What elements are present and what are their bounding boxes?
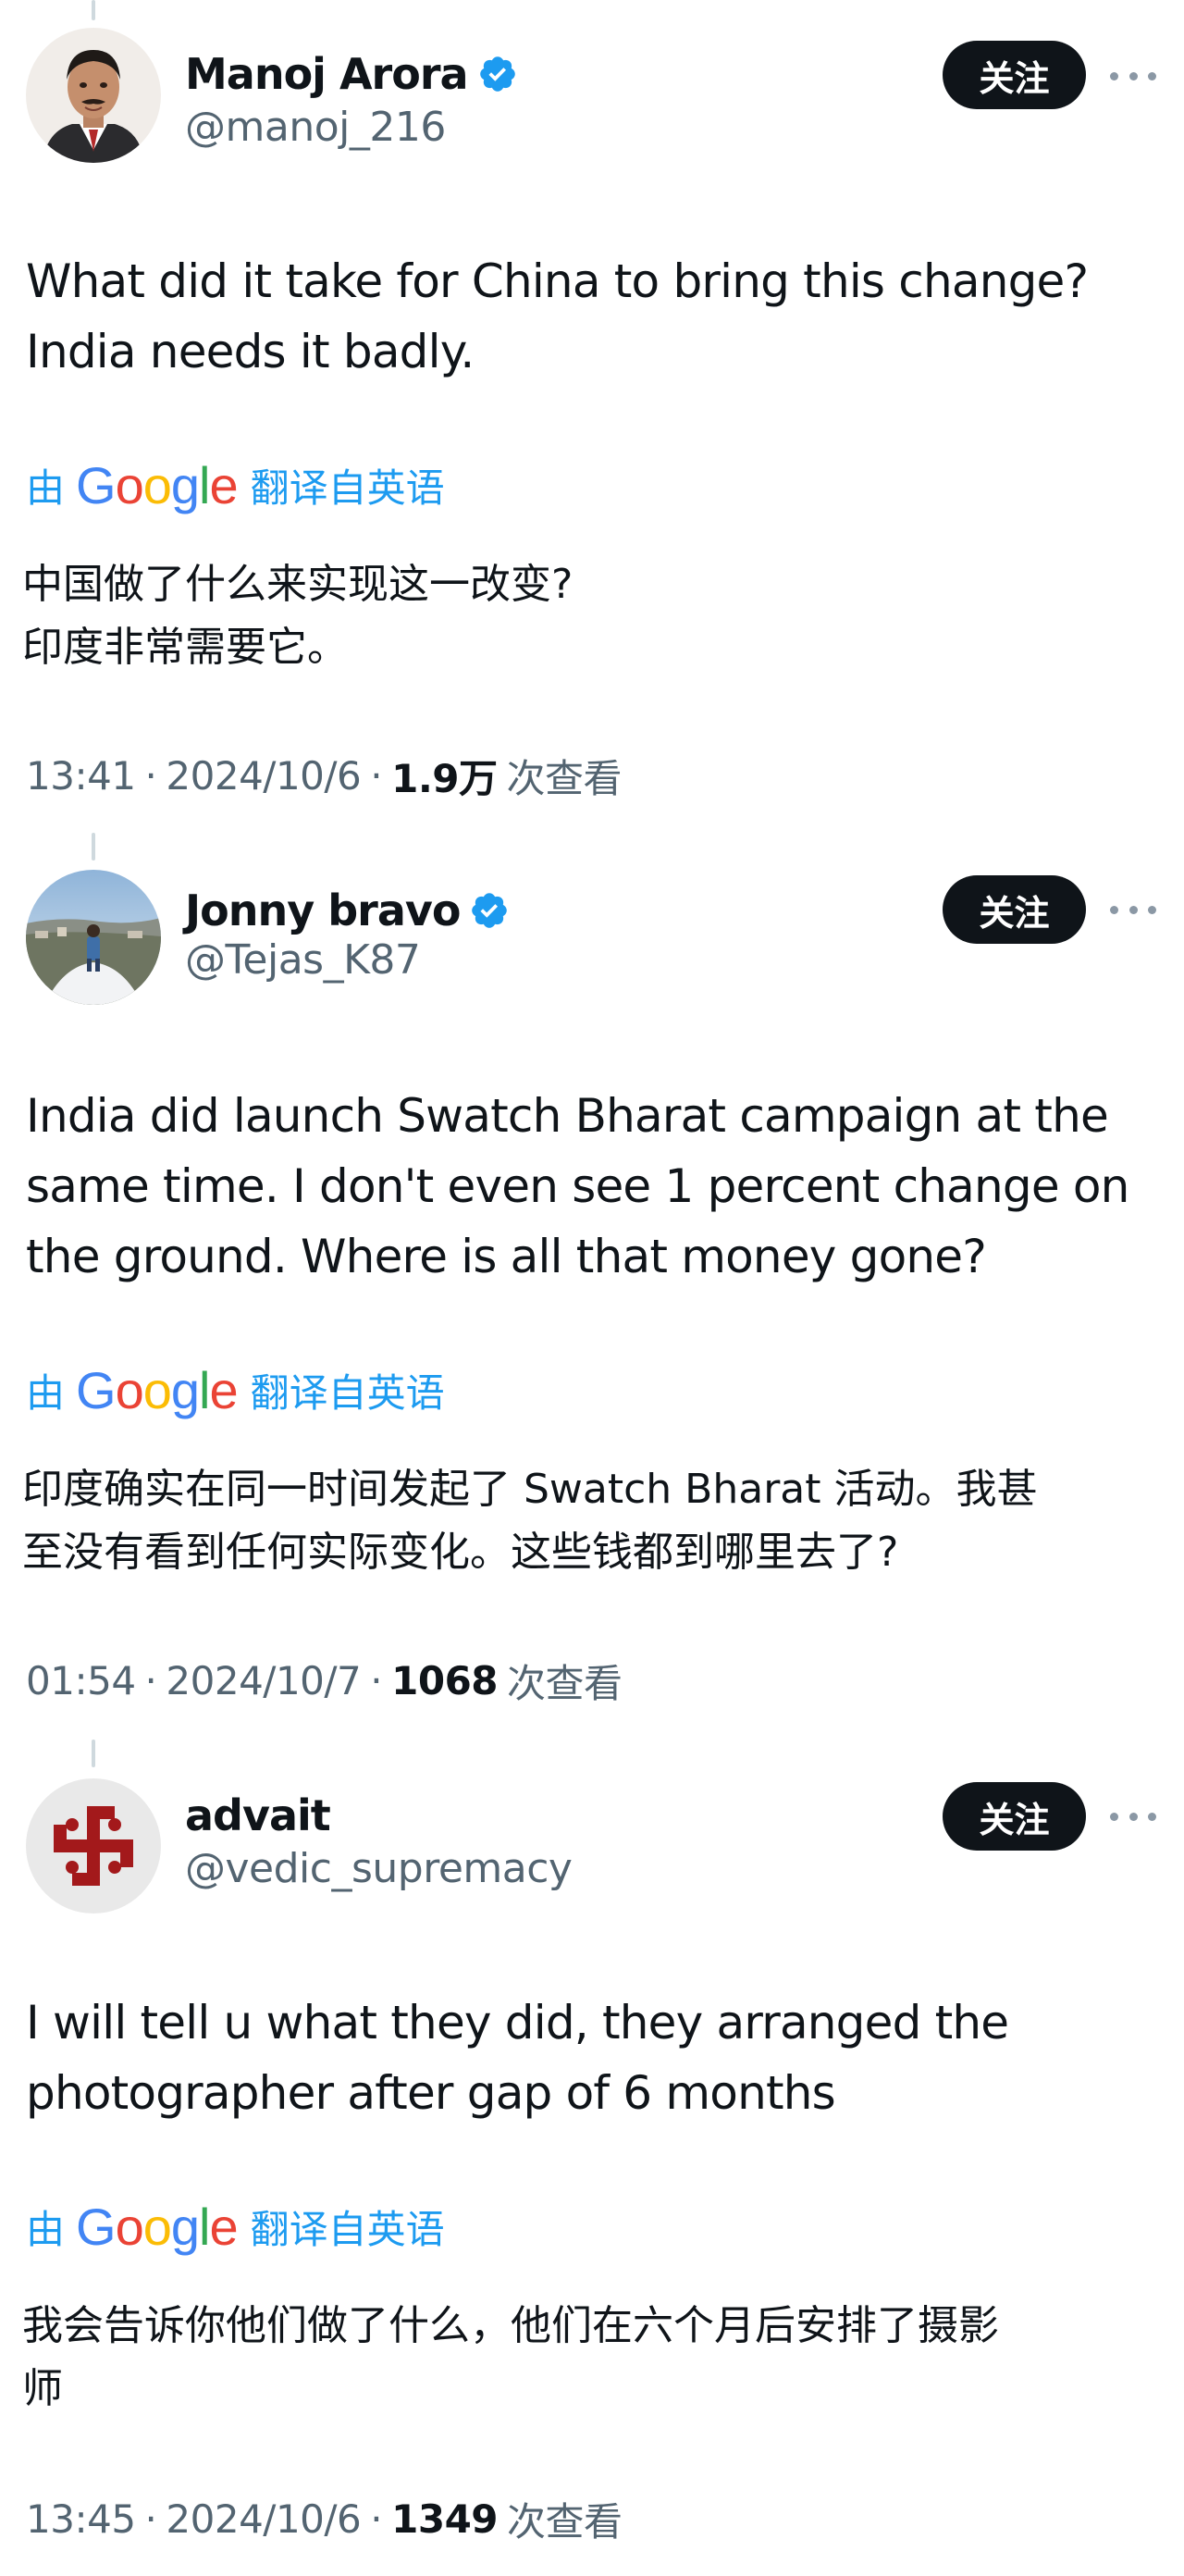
thread-line — [92, 833, 95, 861]
translate-prefix: 由 — [26, 1369, 66, 1416]
name-row: Jonny bravo — [185, 883, 510, 938]
tweet-time[interactable]: 13:45 — [26, 2496, 136, 2542]
separator: · — [144, 1657, 157, 1703]
follow-button[interactable]: 关注 — [943, 875, 1086, 944]
verified-badge-icon — [479, 56, 515, 92]
tweet-text: India did launch Swatch Bharat campaign … — [26, 1089, 1129, 1283]
thread-line — [92, 0, 95, 20]
tweet-time[interactable]: 13:41 — [26, 753, 136, 799]
separator: · — [144, 752, 157, 799]
views-count[interactable]: 1349 — [391, 2496, 498, 2542]
google-logo: Google — [76, 1360, 239, 1419]
translate-suffix: 翻译自英语 — [250, 1369, 445, 1416]
views-label: 次查看 — [507, 1660, 623, 1706]
translated-text: 中国做了什么来实现这一改变? 印度非常需要它。 — [22, 561, 574, 671]
name-row: Manoj Arora — [185, 46, 518, 102]
follow-button[interactable]: 关注 — [943, 41, 1086, 109]
verified-badge-icon — [472, 893, 508, 928]
avatar[interactable] — [26, 870, 161, 1005]
tweet-time[interactable]: 01:54 — [26, 1658, 136, 1703]
views-count[interactable]: 1.9万 — [391, 748, 498, 804]
translate-link[interactable]: 由 Google 翻译自英语 — [26, 455, 445, 514]
tweet-meta: 13:41 · 2024/10/6 · 1.9万 次查看 — [26, 748, 623, 804]
tweet-meta: 13:45 · 2024/10/6 · 1349 次查看 — [26, 2491, 623, 2546]
translate-link[interactable]: 由 Google 翻译自英语 — [26, 2197, 445, 2256]
translate-prefix: 由 — [26, 464, 66, 511]
separator: · — [370, 2496, 383, 2542]
more-options-icon[interactable] — [1110, 67, 1156, 85]
more-options-icon[interactable] — [1110, 900, 1156, 919]
separator: · — [144, 2496, 157, 2542]
tweet-date[interactable]: 2024/10/6 — [166, 2496, 361, 2542]
views-label: 次查看 — [507, 2498, 623, 2545]
display-name[interactable]: Manoj Arora — [185, 49, 469, 99]
tweet-text: I will tell u what they did, they arrang… — [26, 1996, 1009, 2120]
avatar[interactable] — [26, 1778, 161, 1913]
translate-suffix: 翻译自英语 — [250, 2206, 445, 2252]
handle[interactable]: @Tejas_K87 — [185, 936, 421, 984]
tweet-date[interactable]: 2024/10/6 — [166, 753, 361, 799]
translate-suffix: 翻译自英语 — [250, 464, 445, 511]
tweet-meta: 01:54 · 2024/10/7 · 1068 次查看 — [26, 1653, 623, 1708]
translated-text: 我会告诉你他们做了什么，他们在六个月后安排了摄影 师 — [22, 2302, 999, 2412]
thread-line — [92, 1740, 95, 1767]
avatar[interactable] — [26, 28, 161, 163]
follow-button[interactable]: 关注 — [943, 1782, 1086, 1851]
display-name[interactable]: advait — [185, 1790, 331, 1840]
tweet-date[interactable]: 2024/10/7 — [166, 1658, 361, 1703]
google-logo: Google — [76, 2197, 239, 2256]
google-logo: Google — [76, 455, 239, 514]
translate-prefix: 由 — [26, 2206, 66, 2252]
handle[interactable]: @vedic_supremacy — [185, 1845, 573, 1892]
tweet-text: What did it take for China to bring this… — [26, 254, 1089, 378]
display-name[interactable]: Jonny bravo — [185, 886, 461, 935]
translated-text: 印度确实在同一时间发起了 Swatch Bharat 活动。我甚 至没有看到任何… — [22, 1466, 1038, 1576]
translate-link[interactable]: 由 Google 翻译自英语 — [26, 1360, 445, 1419]
more-options-icon[interactable] — [1110, 1807, 1156, 1826]
separator: · — [370, 752, 383, 799]
views-count[interactable]: 1068 — [391, 1658, 498, 1703]
views-label: 次查看 — [506, 755, 623, 801]
separator: · — [370, 1657, 383, 1703]
name-row: advait — [185, 1788, 331, 1843]
handle[interactable]: @manoj_216 — [185, 104, 446, 151]
